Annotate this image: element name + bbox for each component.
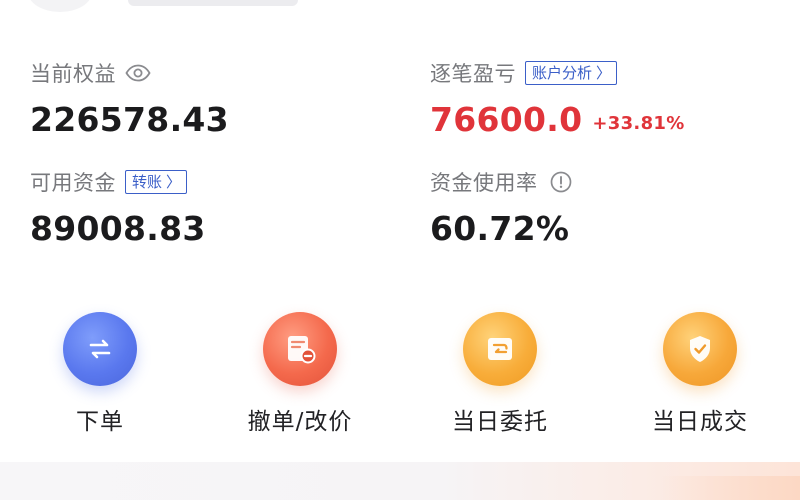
chevron-right-icon: 〉	[166, 173, 182, 191]
cancel-modify-label: 撤单/改价	[247, 409, 353, 435]
next-section-strip	[0, 462, 800, 500]
equity-stat: 当前权益 226578.43	[30, 58, 229, 138]
available-stat: 可用资金 转账 〉 89008.83	[30, 167, 206, 247]
place-order-label: 下单	[76, 409, 124, 435]
chevron-right-icon: 〉	[596, 64, 612, 82]
transfer-label: 转账	[132, 173, 163, 191]
transfer-button[interactable]: 转账 〉	[125, 170, 188, 194]
usage-label: 资金使用率	[430, 171, 538, 195]
swap-arrows-icon	[63, 312, 137, 386]
pnl-value: 76600.0	[430, 100, 583, 139]
order-return-icon	[463, 312, 537, 386]
info-icon[interactable]	[550, 171, 572, 193]
header-title-remnant	[128, 0, 298, 6]
pnl-value-row: 76600.0 +33.81%	[430, 102, 685, 142]
header-remnant	[0, 0, 800, 14]
usage-value: 60.72%	[430, 209, 570, 248]
available-value: 89008.83	[30, 209, 206, 248]
available-label: 可用资金	[30, 171, 116, 195]
today-trades-label: 当日成交	[652, 409, 748, 435]
today-orders-label: 当日委托	[452, 409, 548, 435]
equity-value: 226578.43	[30, 100, 229, 139]
cancel-modify-button[interactable]: 撤单/改价	[210, 312, 390, 436]
banner-glow	[660, 476, 800, 500]
pnl-label: 逐笔盈亏	[430, 62, 516, 86]
shield-check-icon	[663, 312, 737, 386]
pnl-stat: 逐笔盈亏 账户分析 〉 76600.0 +33.81%	[430, 58, 685, 142]
cancel-order-icon	[263, 312, 337, 386]
usage-stat: 资金使用率 60.72%	[430, 167, 572, 247]
equity-label: 当前权益	[30, 62, 116, 86]
avatar	[28, 0, 92, 12]
place-order-button[interactable]: 下单	[10, 312, 190, 436]
pnl-change: +33.81%	[592, 113, 685, 134]
account-analysis-button[interactable]: 账户分析 〉	[525, 61, 618, 85]
today-orders-button[interactable]: 当日委托	[410, 312, 590, 436]
eye-icon[interactable]	[125, 64, 151, 82]
today-trades-button[interactable]: 当日成交	[610, 312, 790, 436]
account-analysis-label: 账户分析	[532, 64, 593, 82]
